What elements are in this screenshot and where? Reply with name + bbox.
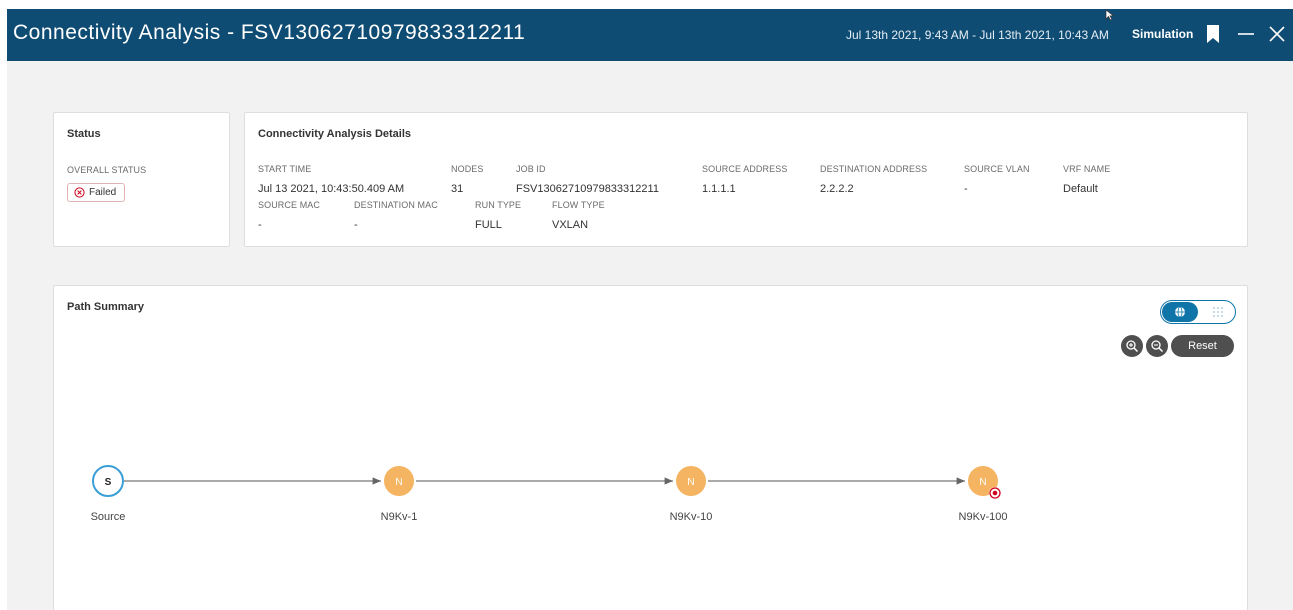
destination-mac-value: -	[354, 219, 358, 231]
switch-node-letter: N	[687, 477, 694, 488]
page-title: Connectivity Analysis - FSV1306271097983…	[13, 21, 526, 44]
connectivity-analysis-window: Connectivity Analysis - FSV1306271097983…	[7, 9, 1293, 610]
nodes-value: 31	[451, 183, 464, 195]
time-range-selector[interactable]: Jul 13th 2021, 9:43 AM - Jul 13th 2021, …	[846, 28, 1109, 42]
mouse-cursor-icon	[1105, 9, 1115, 21]
error-circle-icon	[74, 187, 85, 198]
simulation-mode-label[interactable]: Simulation	[1132, 27, 1193, 41]
destination-mac-label: DESTINATION MAC	[354, 200, 438, 210]
start-time-label: START TIME	[258, 164, 312, 174]
switch-node-letter: N	[979, 477, 986, 488]
status-heading: Status	[67, 128, 101, 140]
path-summary-panel: Path Summary Reset S N N N Source N9Kv-1…	[53, 285, 1248, 610]
source-vlan-value: -	[964, 183, 968, 195]
vrf-name-label: VRF NAME	[1063, 164, 1111, 174]
job-id-label: JOB ID	[516, 164, 546, 174]
nodes-label: NODES	[451, 164, 484, 174]
n9kv-100-node-label: N9Kv-100	[958, 511, 1008, 523]
switch-node-n9kv-100[interactable]: N	[968, 466, 1001, 499]
vrf-name-value: Default	[1063, 183, 1098, 195]
source-mac-value: -	[258, 219, 262, 231]
n9kv-10-node-label: N9Kv-10	[669, 511, 713, 523]
source-vlan-label: SOURCE VLAN	[964, 164, 1030, 174]
job-id-value: FSV13062710979833312211	[516, 183, 659, 195]
source-node-label: Source	[90, 511, 126, 523]
target-marker-icon	[989, 487, 1001, 499]
source-address-label: SOURCE ADDRESS	[702, 164, 788, 174]
bookmark-icon[interactable]	[1203, 22, 1225, 46]
overall-status-label: OVERALL STATUS	[67, 165, 147, 175]
close-icon[interactable]	[1266, 22, 1288, 46]
source-node-letter: S	[105, 477, 112, 488]
title-bar: Connectivity Analysis - FSV1306271097983…	[7, 9, 1293, 61]
flow-type-label: FLOW TYPE	[552, 200, 605, 210]
destination-address-value: 2.2.2.2	[820, 183, 854, 195]
start-time-value: Jul 13 2021, 10:43:50.409 AM	[258, 183, 405, 195]
source-address-value: 1.1.1.1	[702, 183, 736, 195]
switch-node-n9kv-10[interactable]: N	[676, 466, 706, 496]
status-value: Failed	[89, 187, 117, 198]
status-badge: Failed	[67, 183, 126, 202]
switch-node-n9kv-1[interactable]: N	[384, 466, 414, 496]
flow-type-value: VXLAN	[552, 219, 589, 231]
n9kv-1-node-label: N9Kv-1	[380, 511, 418, 523]
run-type-label: RUN TYPE	[475, 200, 522, 210]
source-mac-label: SOURCE MAC	[258, 200, 321, 210]
analysis-details-panel: Connectivity Analysis Details START TIME…	[244, 112, 1248, 247]
switch-node-letter: N	[395, 477, 402, 488]
source-node[interactable]: S	[92, 465, 124, 497]
status-panel: Status OVERALL STATUS Failed	[53, 112, 230, 247]
details-heading: Connectivity Analysis Details	[258, 128, 412, 140]
run-type-value: FULL	[475, 219, 502, 231]
destination-address-label: DESTINATION ADDRESS	[820, 164, 928, 174]
minimize-icon[interactable]	[1235, 22, 1257, 46]
path-graph: S N N N	[92, 465, 1001, 499]
